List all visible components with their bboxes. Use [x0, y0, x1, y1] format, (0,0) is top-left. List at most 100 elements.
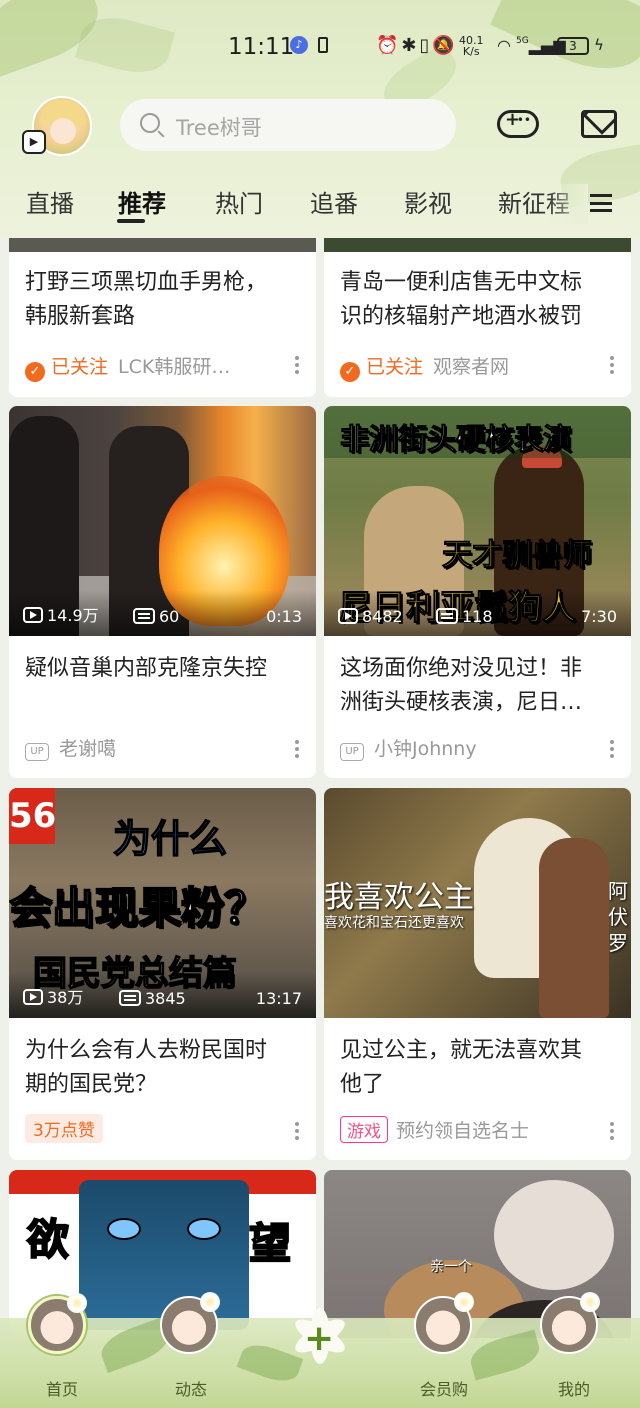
- nav-dynamic-avatar-icon[interactable]: [160, 1292, 220, 1354]
- video-card[interactable]: 我喜欢公主 喜欢花和宝石还更喜欢 阿伏罗 见过公主，就无法喜欢其 他了 游戏 预约…: [324, 788, 631, 1160]
- nav-me[interactable]: 我的: [558, 1376, 590, 1400]
- category-tabs: 直播 推荐 热门 追番 影视 新征程: [0, 184, 640, 224]
- video-title-line: 见过公主，就无法喜欢其: [340, 1038, 583, 1063]
- video-duration: 0:13: [266, 607, 302, 626]
- video-duration: 13:17: [255, 989, 302, 1008]
- play-count-icon: [23, 607, 43, 623]
- video-duration: 7:30: [581, 607, 617, 626]
- bottom-navigation: 首页 动态 + 会员购 我的: [0, 1292, 640, 1408]
- menu-icon[interactable]: [590, 194, 612, 212]
- video-title-line: 疑似音巢内部克隆京失控: [25, 656, 268, 681]
- tab-live[interactable]: 直播: [26, 184, 74, 219]
- music-app-icon: ♪: [290, 36, 308, 54]
- video-thumbnail: [324, 238, 631, 252]
- thumbnail-caption: 喜欢花和宝石还更喜欢: [324, 915, 464, 931]
- search-input[interactable]: Tree树哥: [120, 99, 456, 151]
- more-options-icon[interactable]: [609, 738, 615, 760]
- nav-mall[interactable]: 会员购: [420, 1376, 468, 1400]
- thumbnail-caption: 欲: [26, 1214, 70, 1265]
- video-title-line: 这场面你绝对没见过！非: [340, 656, 583, 681]
- danmaku-count: 118: [436, 607, 493, 626]
- active-tab-indicator: [117, 219, 145, 223]
- wifi-signal-icon: ◠ 5G▂▄▆: [497, 36, 566, 55]
- video-meta: UP 小钟Johnny: [340, 734, 477, 761]
- video-feed[interactable]: 打野三项黑切血手男枪， 韩服新套路 ✓ 已关注 LCK韩服研… 青岛一便利店售无中文…: [0, 238, 640, 1338]
- author-name: 小钟Johnny: [374, 738, 477, 760]
- view-count: 14.9万: [23, 602, 99, 626]
- up-badge: UP: [340, 743, 364, 761]
- likes-badge: 3万点赞: [25, 1114, 103, 1143]
- more-options-icon[interactable]: [609, 354, 615, 376]
- nav-mall-avatar-icon[interactable]: [414, 1292, 474, 1354]
- tab-anime[interactable]: 追番: [310, 184, 358, 219]
- video-title-line: 他了: [340, 1072, 385, 1097]
- nav-home-avatar-icon[interactable]: [28, 1293, 87, 1354]
- video-card[interactable]: 56 为什么 会出现果粉？ 国民党总结篇 38万 3845 13:17 为什么会…: [9, 788, 316, 1160]
- danmaku-count: 3845: [119, 989, 186, 1008]
- danmaku-icon: [119, 990, 141, 1006]
- video-card[interactable]: 打野三项黑切血手男枪， 韩服新套路 ✓ 已关注 LCK韩服研…: [9, 238, 316, 397]
- sim-icon: [318, 37, 328, 53]
- video-card[interactable]: 非洲街头硬核表演 天才驯兽师 尼日利亚鬣狗人 8482 118 7:30 这场面…: [324, 406, 631, 778]
- video-meta: UP 老谢噶: [25, 734, 116, 761]
- video-card[interactable]: 青岛一便利店售无中文标 识的核辐射产地酒水被罚 ✓ 已关注 观察者网: [324, 238, 631, 397]
- tab-movies[interactable]: 影视: [404, 184, 452, 219]
- thumbnail-caption: 为什么: [112, 816, 228, 862]
- author-name: LCK韩服研…: [118, 356, 231, 378]
- video-title-line: 为什么会有人去粉民国时: [25, 1038, 268, 1063]
- charging-icon: ϟ: [594, 36, 604, 54]
- tab-hot[interactable]: 热门: [215, 184, 263, 219]
- battery-icon: 3: [557, 37, 589, 55]
- followed-check-icon: ✓: [340, 362, 360, 382]
- video-title-line: 打野三项黑切血手男枪，: [25, 270, 268, 295]
- thumbnail-caption: 望: [248, 1218, 292, 1269]
- game-tag: 游戏: [340, 1116, 388, 1143]
- thumbnail-caption: 天才驯兽师: [442, 538, 593, 574]
- network-speed: 40.1 K/s: [459, 34, 484, 58]
- view-count: 38万: [23, 984, 83, 1008]
- video-thumbnail: 我喜欢公主 喜欢花和宝石还更喜欢 阿伏罗: [324, 788, 631, 1018]
- search-placeholder: Tree树哥: [176, 116, 262, 140]
- tab-recommend[interactable]: 推荐: [118, 184, 166, 219]
- video-play-icon[interactable]: ▶: [22, 130, 46, 154]
- video-title-line: 识的核辐射产地酒水被罚: [340, 304, 583, 329]
- video-title-line: 期的国民党？: [25, 1072, 158, 1097]
- followed-check-icon: ✓: [25, 362, 45, 382]
- play-count-icon: [23, 989, 43, 1005]
- author-name: 老谢噶: [59, 738, 117, 760]
- video-title-line: 韩服新套路: [25, 304, 136, 329]
- video-thumbnail: [9, 238, 316, 252]
- more-options-icon[interactable]: [609, 1120, 615, 1142]
- play-count-icon: [338, 608, 358, 624]
- danmaku-count: 60: [133, 607, 179, 626]
- danmaku-icon: [436, 608, 458, 624]
- game-controller-icon[interactable]: [497, 109, 539, 138]
- video-card[interactable]: 14.9万 60 0:13 疑似音巢内部克隆京失控 UP 老谢噶: [9, 406, 316, 778]
- nav-me-avatar-icon[interactable]: [540, 1292, 600, 1354]
- thumbnail-caption: 我喜欢公主: [324, 880, 474, 915]
- thumbnail-caption: 阿伏罗: [608, 879, 628, 955]
- view-count: 8482: [338, 607, 403, 626]
- more-options-icon[interactable]: [294, 354, 300, 376]
- status-time: 11:11: [228, 34, 295, 60]
- thumbnail-caption: 非洲街头硬核表演: [339, 422, 573, 457]
- nav-home[interactable]: 首页: [46, 1376, 78, 1400]
- more-options-icon[interactable]: [294, 1120, 300, 1142]
- more-options-icon[interactable]: [294, 738, 300, 760]
- mail-icon[interactable]: [581, 110, 617, 138]
- video-meta: 游戏 预约领自选名士: [340, 1116, 529, 1143]
- video-thumbnail: 非洲街头硬核表演 天才驯兽师 尼日利亚鬣狗人 8482 118 7:30: [324, 406, 631, 636]
- thumbnail-caption: 亲一个: [430, 1259, 472, 1275]
- up-badge: UP: [25, 743, 49, 761]
- system-icons: ⏰✱▯🔕: [376, 35, 458, 56]
- nav-dynamic[interactable]: 动态: [175, 1376, 207, 1400]
- thumbnail-badge: 56: [9, 788, 56, 844]
- video-title-line: 青岛一便利店售无中文标: [340, 270, 583, 295]
- plus-icon: +: [304, 1318, 335, 1359]
- publish-button[interactable]: +: [288, 1308, 352, 1372]
- danmaku-icon: [133, 608, 155, 624]
- video-meta: 3万点赞: [25, 1114, 103, 1143]
- status-bar: 11:11 ♪ ⏰✱▯🔕 40.1 K/s ◠ 5G▂▄▆ 3 ϟ: [0, 30, 640, 64]
- video-thumbnail: 56 为什么 会出现果粉？ 国民党总结篇 38万 3845 13:17: [9, 788, 316, 1018]
- search-icon: [140, 113, 160, 133]
